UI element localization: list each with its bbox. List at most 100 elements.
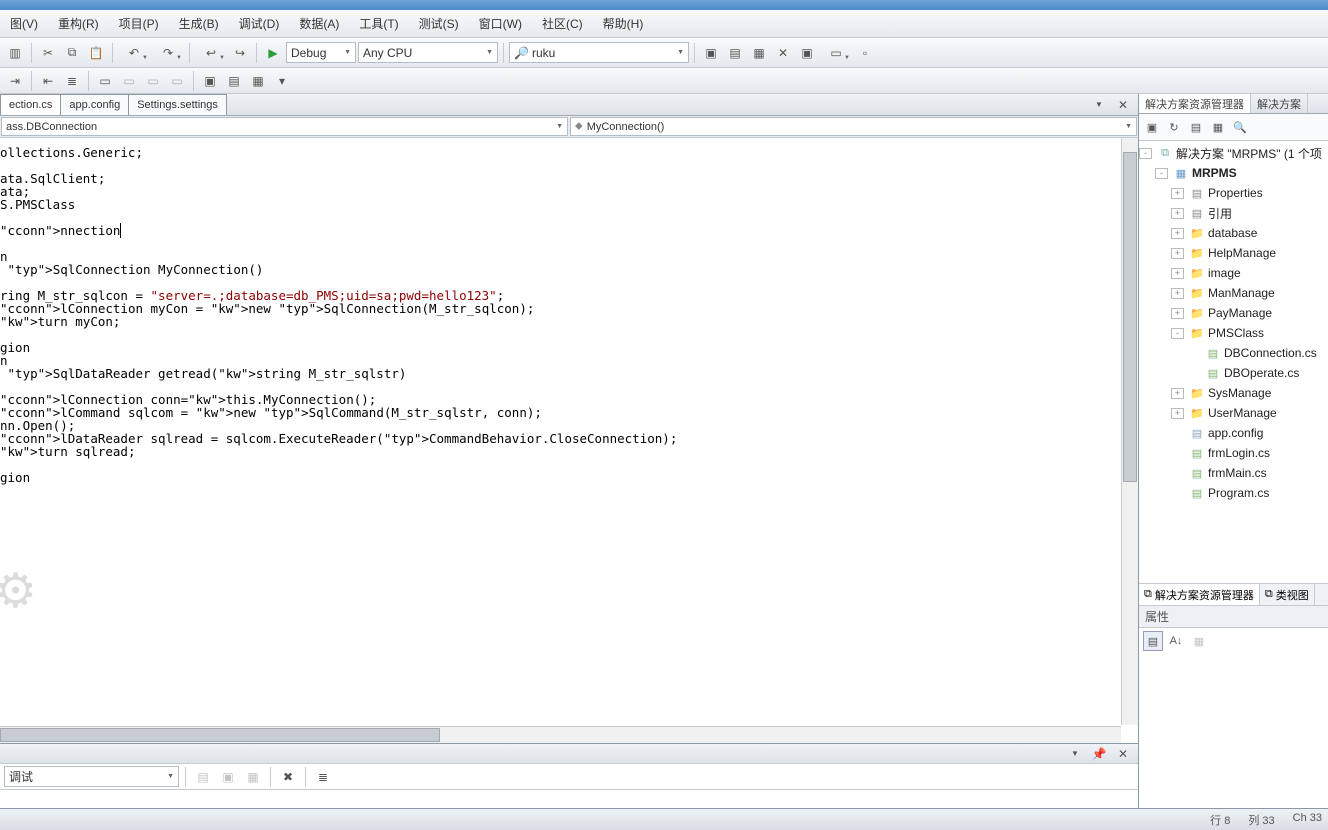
- config-combo[interactable]: Debug: [286, 42, 356, 63]
- expander-icon[interactable]: +: [1171, 288, 1184, 299]
- comment-icon[interactable]: ≣: [61, 70, 83, 92]
- expander-icon[interactable]: +: [1171, 268, 1184, 279]
- nav-fwd-icon[interactable]: ↪: [229, 42, 251, 64]
- menu-item[interactable]: 项目(P): [113, 13, 165, 34]
- tree-row[interactable]: -▦MRPMS: [1139, 163, 1328, 183]
- b2-icon[interactable]: ▭: [118, 70, 140, 92]
- scrollbar-horizontal[interactable]: [0, 726, 1121, 743]
- search-combo[interactable]: 🔎ruku: [509, 42, 689, 63]
- solution-explorer-bottom-tab[interactable]: ⧉解决方案资源管理器: [1139, 584, 1260, 605]
- solution-secondary-tab[interactable]: 解决方案: [1251, 94, 1308, 113]
- pin-icon[interactable]: 📌: [1088, 743, 1110, 765]
- menu-item[interactable]: 调试(D): [233, 13, 286, 34]
- scrollbar-thumb[interactable]: [0, 728, 440, 742]
- dropdown-icon[interactable]: ▼: [1064, 743, 1086, 765]
- b7-icon[interactable]: ▦: [247, 70, 269, 92]
- nav-back-icon[interactable]: ↩: [195, 42, 227, 64]
- code-text[interactable]: ollections.Generic; ata.SqlClient; ata; …: [0, 138, 1138, 484]
- menu-item[interactable]: 数据(A): [293, 13, 345, 34]
- ot-4-icon[interactable]: ✖: [277, 766, 299, 788]
- file-tab[interactable]: Settings.settings: [128, 94, 227, 115]
- platform-combo[interactable]: Any CPU: [358, 42, 498, 63]
- close-tab-icon[interactable]: ✕: [1112, 94, 1134, 116]
- tree-row[interactable]: +▤引用: [1139, 203, 1328, 223]
- expander-icon[interactable]: -: [1139, 148, 1152, 159]
- expander-icon[interactable]: +: [1171, 248, 1184, 259]
- start-icon[interactable]: ▶: [262, 42, 284, 64]
- expander-icon[interactable]: -: [1155, 168, 1168, 179]
- outdent-icon[interactable]: ⇤: [37, 70, 59, 92]
- expander-icon[interactable]: +: [1171, 388, 1184, 399]
- ot-2-icon[interactable]: ▣: [217, 766, 239, 788]
- code-editor[interactable]: ollections.Generic; ata.SqlClient; ata; …: [0, 138, 1138, 743]
- tree-row[interactable]: +📁PayManage: [1139, 303, 1328, 323]
- file-tab-active[interactable]: ection.cs: [0, 94, 61, 115]
- scrollbar-thumb[interactable]: [1123, 152, 1137, 482]
- tool-icon-2[interactable]: ▤: [724, 42, 746, 64]
- tree-row[interactable]: +▤Properties: [1139, 183, 1328, 203]
- rp-tool-icon[interactable]: ↻: [1164, 117, 1184, 137]
- rp-tool-icon[interactable]: ▤: [1186, 117, 1206, 137]
- member-selector[interactable]: ⬥MyConnection(): [570, 117, 1137, 136]
- solution-tree[interactable]: -⧉解决方案 "MRPMS" (1 个项-▦MRPMS+▤Properties+…: [1139, 141, 1328, 583]
- bookmark-icon[interactable]: ▭: [94, 70, 116, 92]
- window-options-icon[interactable]: ▼: [1088, 94, 1110, 116]
- tree-row[interactable]: +📁UserManage: [1139, 403, 1328, 423]
- expander-icon[interactable]: -: [1171, 328, 1184, 339]
- new-file-icon[interactable]: ▥: [4, 42, 26, 64]
- expander-icon[interactable]: +: [1171, 208, 1184, 219]
- menu-item[interactable]: 重构(R): [52, 13, 105, 34]
- b3-icon[interactable]: ▭: [142, 70, 164, 92]
- expander-icon[interactable]: +: [1171, 188, 1184, 199]
- solution-explorer-tab[interactable]: 解决方案资源管理器: [1139, 94, 1251, 113]
- menu-item[interactable]: 生成(B): [173, 13, 225, 34]
- rp-tool-icon[interactable]: ▣: [1142, 117, 1162, 137]
- tool-icon-5[interactable]: ▣: [796, 42, 818, 64]
- menu-item[interactable]: 窗口(W): [473, 13, 528, 34]
- tree-row[interactable]: ▤frmLogin.cs: [1139, 443, 1328, 463]
- tool-icon-4[interactable]: ✕: [772, 42, 794, 64]
- properties-grid[interactable]: [1139, 654, 1328, 824]
- tree-row[interactable]: ▤DBConnection.cs: [1139, 343, 1328, 363]
- tree-row[interactable]: -⧉解决方案 "MRPMS" (1 个项: [1139, 143, 1328, 163]
- menu-item[interactable]: 社区(C): [536, 13, 589, 34]
- b4-icon[interactable]: ▭: [166, 70, 188, 92]
- tool-icon-7[interactable]: ▫: [854, 42, 876, 64]
- file-tab[interactable]: app.config: [60, 94, 129, 115]
- tree-row[interactable]: +📁HelpManage: [1139, 243, 1328, 263]
- menu-item[interactable]: 图(V): [4, 13, 44, 34]
- output-source-combo[interactable]: 调试: [4, 766, 179, 787]
- redo-icon[interactable]: ↷: [152, 42, 184, 64]
- ot-1-icon[interactable]: ▤: [192, 766, 214, 788]
- prop-page-icon[interactable]: ▦: [1189, 631, 1209, 651]
- rp-tool-icon[interactable]: ▦: [1208, 117, 1228, 137]
- menu-item[interactable]: 帮助(H): [597, 13, 650, 34]
- close-icon[interactable]: ✕: [1112, 743, 1134, 765]
- indent-icon[interactable]: ⇥: [4, 70, 26, 92]
- menu-item[interactable]: 测试(S): [413, 13, 465, 34]
- class-view-bottom-tab[interactable]: ⧉类视图: [1260, 584, 1315, 605]
- cut-icon[interactable]: ✂: [37, 42, 59, 64]
- tool-icon-6[interactable]: ▭: [820, 42, 852, 64]
- tool-icon-1[interactable]: ▣: [700, 42, 722, 64]
- tree-row[interactable]: ▤DBOperate.cs: [1139, 363, 1328, 383]
- categorized-icon[interactable]: ▤: [1143, 631, 1163, 651]
- tree-row[interactable]: +📁database: [1139, 223, 1328, 243]
- rp-tool-icon[interactable]: 🔍: [1230, 117, 1250, 137]
- expander-icon[interactable]: +: [1171, 228, 1184, 239]
- tree-row[interactable]: +📁ManManage: [1139, 283, 1328, 303]
- undo-icon[interactable]: ↶: [118, 42, 150, 64]
- expander-icon[interactable]: +: [1171, 308, 1184, 319]
- tree-row[interactable]: -📁PMSClass: [1139, 323, 1328, 343]
- paste-icon[interactable]: 📋: [85, 42, 107, 64]
- alpha-sort-icon[interactable]: A↓: [1166, 631, 1186, 651]
- b5-icon[interactable]: ▣: [199, 70, 221, 92]
- scrollbar-vertical[interactable]: [1121, 138, 1138, 725]
- type-selector[interactable]: ass.DBConnection: [1, 117, 568, 136]
- overflow-icon[interactable]: ▾: [271, 70, 293, 92]
- tree-row[interactable]: +📁SysManage: [1139, 383, 1328, 403]
- tree-row[interactable]: ▤frmMain.cs: [1139, 463, 1328, 483]
- expander-icon[interactable]: +: [1171, 408, 1184, 419]
- ot-5-icon[interactable]: ≣: [312, 766, 334, 788]
- tree-row[interactable]: ▤Program.cs: [1139, 483, 1328, 503]
